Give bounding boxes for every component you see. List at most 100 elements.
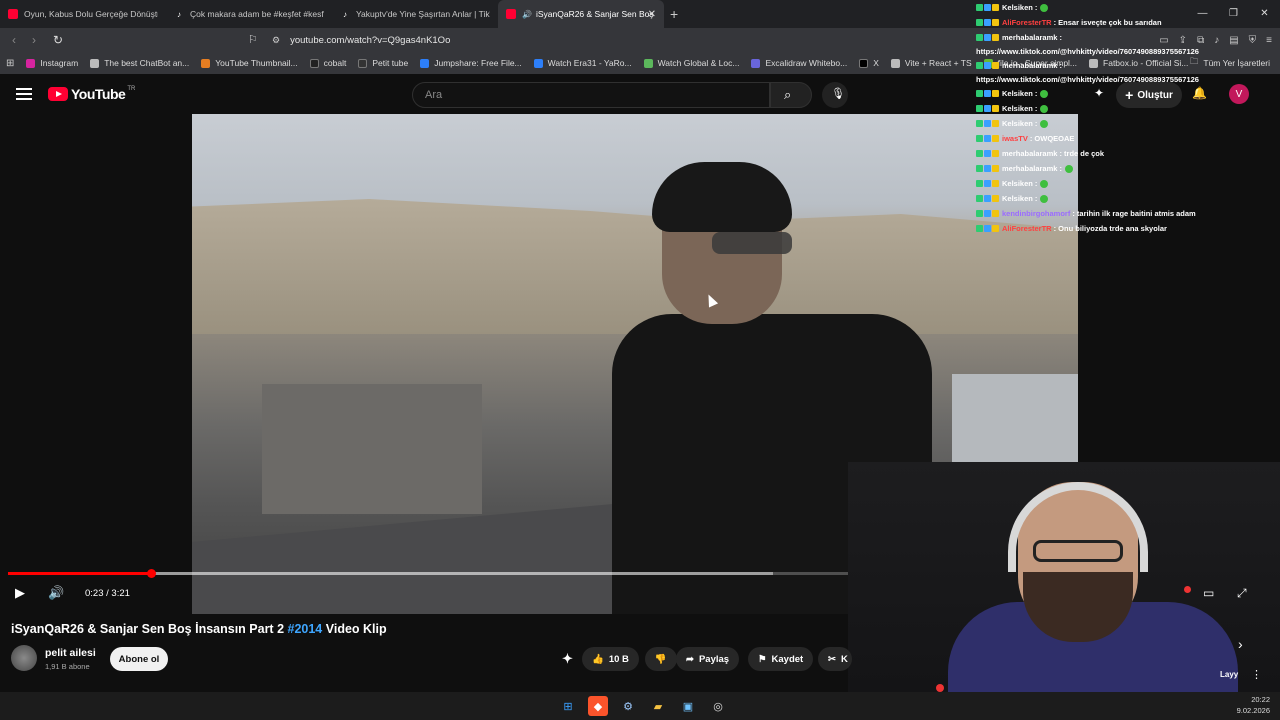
chat-link[interactable]: https://www.tiktok.com/@hvhkitty/video/7… [976,45,1236,58]
bookmark[interactable]: YouTube Thumbnail... [201,58,298,68]
chat-badges-icon [976,195,999,202]
chat-message: Kelsiken: [976,191,1236,206]
bookmark[interactable]: Watch Global & Loc... [643,58,739,68]
apps-grid-icon[interactable]: ⊞ [6,58,14,69]
chat-emote-icon [1064,164,1073,173]
ask-ai-icon[interactable]: ✦ [562,647,573,671]
recording-app-icon[interactable]: ◎ [708,696,728,716]
chat-message: merhabalaramk: [976,30,1236,45]
chat-message: kendinbirgohamorf: tarihin ilk rage bait… [976,206,1236,221]
clip-button[interactable]: ✂ K [818,647,852,671]
subscribe-button[interactable]: Abone ol [110,647,168,671]
chat-username: Kelsiken [1002,194,1033,203]
file-explorer-icon[interactable]: ▰ [648,696,668,716]
tab-label: Yakuptv'de Yine Şaşırtan Anlar | TikTok [356,9,490,19]
chat-message: Kelsiken: [976,176,1236,191]
dislike-button[interactable]: 👎 [644,647,677,671]
record-dot [936,684,944,692]
chat-text: : trde de çok [1059,149,1105,158]
bookmark[interactable]: Petit tube [358,58,408,68]
browser-tab[interactable]: ♪ Çok makara adam be #keşfet #kesfet [166,0,332,28]
chat-text: : tarihin ilk rage baitini atmis adam [1072,209,1196,218]
region-code: TR [127,86,136,92]
bookmark[interactable]: cobalt [309,58,346,68]
chat-text: : [1034,194,1038,203]
browser-tab[interactable]: Oyun, Kabus Dolu Gerçeğe Dönüştü! [0,0,166,28]
youtube-logo[interactable]: YouTube TR [48,86,135,102]
chat-text: : [1059,61,1062,70]
chat-username: AliForesterTR [1002,224,1052,233]
back-icon[interactable]: ‹ [4,33,24,47]
chat-badges-icon [976,62,999,69]
close-tab-icon[interactable]: ✕ [648,9,656,20]
played-bar [8,572,152,575]
fullscreen-icon[interactable]: ⤢ [1237,586,1247,601]
share-button[interactable]: ➦ Paylaş [676,647,740,671]
chevron-right-icon[interactable]: › [1238,636,1243,652]
video-person-sunglasses [712,232,792,254]
bookmark[interactable]: The best ChatBot an... [90,58,189,68]
tiktok-icon: ♪ [177,9,181,19]
new-tab-button[interactable]: + [670,6,678,22]
menu-icon[interactable]: ≡ [1266,35,1272,46]
audio-playing-icon[interactable]: 🔊 [522,10,532,19]
time-display: 0:23 / 3:21 [85,588,130,599]
chat-text: : Onu biliyozda trde ana skyolar [1053,224,1167,233]
bookmark-icon [890,58,900,68]
chat-username: kendinbirgohamorf [1002,209,1071,218]
scrubber-handle[interactable] [147,569,157,578]
chat-message: Kelsiken: [976,86,1236,101]
forward-icon[interactable]: › [24,33,44,47]
browser-tab[interactable]: ♪ Yakuptv'de Yine Şaşırtan Anlar | TikTo… [332,0,498,28]
bookmark[interactable]: Jumpshare: Free File... [420,58,522,68]
photos-icon[interactable]: ▣ [678,696,698,716]
subtitles-icon[interactable]: ▭ [1203,586,1214,600]
address-bar[interactable]: ⚙ youtube.com/watch?v=Q9gas4nK1Oo [272,30,992,50]
site-info-icon[interactable]: ⚙ [272,35,280,46]
chat-message: merhabalaramk: [976,161,1236,176]
chat-emote-icon [1040,3,1049,12]
close-window-icon[interactable]: ✕ [1249,0,1280,28]
bookmark-icon [533,58,543,68]
play-icon[interactable]: ▶ [15,585,25,601]
clock-time: 20:22 [1251,695,1270,704]
chat-text: : [1034,89,1038,98]
more-options-icon[interactable]: ⋮ [1251,668,1262,681]
volume-icon[interactable]: 🔊 [48,585,64,601]
bookmark-page-icon[interactable]: ⚐ [248,33,258,46]
search-button[interactable]: ⌕ [770,82,812,108]
tab-label: Çok makara adam be #keşfet #kesfet [190,9,324,19]
steam-icon[interactable]: ⚙ [618,696,638,716]
chat-badges-icon [976,120,999,127]
reload-icon[interactable]: ↻ [48,33,68,47]
chat-badges-icon [976,165,999,172]
chat-username: merhabalaramk [1002,61,1058,70]
bookmark[interactable]: Excalidraw Whitebo... [751,58,847,68]
bookmark[interactable]: Instagram [26,58,78,68]
shield-icon[interactable]: ⛨ [1249,35,1257,46]
save-button[interactable]: ⚑ Kaydet [748,647,814,671]
chat-link[interactable]: https://www.tiktok.com/@hvhkitty/video/7… [976,73,1236,86]
bookmark[interactable]: Vite + React + TS [890,58,972,68]
search-input[interactable]: Ara [412,82,770,108]
bookmark[interactable]: X [859,58,879,68]
tiktok-icon: ♪ [343,9,347,19]
hamburger-menu-icon[interactable] [16,88,32,100]
tab-label: Oyun, Kabus Dolu Gerçeğe Dönüştü! [24,9,158,19]
channel-avatar[interactable] [11,645,37,671]
browser-tab-active[interactable]: 🔊 iSyanQaR26 & Sanjar Sen Boş ✕ [498,0,664,28]
tab-label: iSyanQaR26 & Sanjar Sen Boş [535,9,654,19]
overflow-text: Layy [1220,670,1239,679]
channel-name[interactable]: pelit ailesi [45,647,96,659]
streamer-glasses [1033,540,1123,562]
voice-search-button[interactable]: 🎙 [822,82,848,108]
hashtag-link[interactable]: #2014 [288,622,323,636]
windows-start-icon[interactable]: ⊞ [558,696,578,716]
stream-chat-overlay: Kelsiken: AliForesterTR: Ensar isveçte ço… [976,0,1236,236]
system-clock[interactable]: 20:22 9.02.2026 [1237,694,1270,716]
bookmark[interactable]: Watch Era31 - YaRo... [533,58,632,68]
video-title: iSyanQaR26 & Sanjar Sen Boş İnsansın Par… [11,622,387,636]
like-button[interactable]: 👍 10 B [582,647,639,671]
brave-browser-icon[interactable]: ◆ [588,696,608,716]
chat-badges-icon [976,105,999,112]
